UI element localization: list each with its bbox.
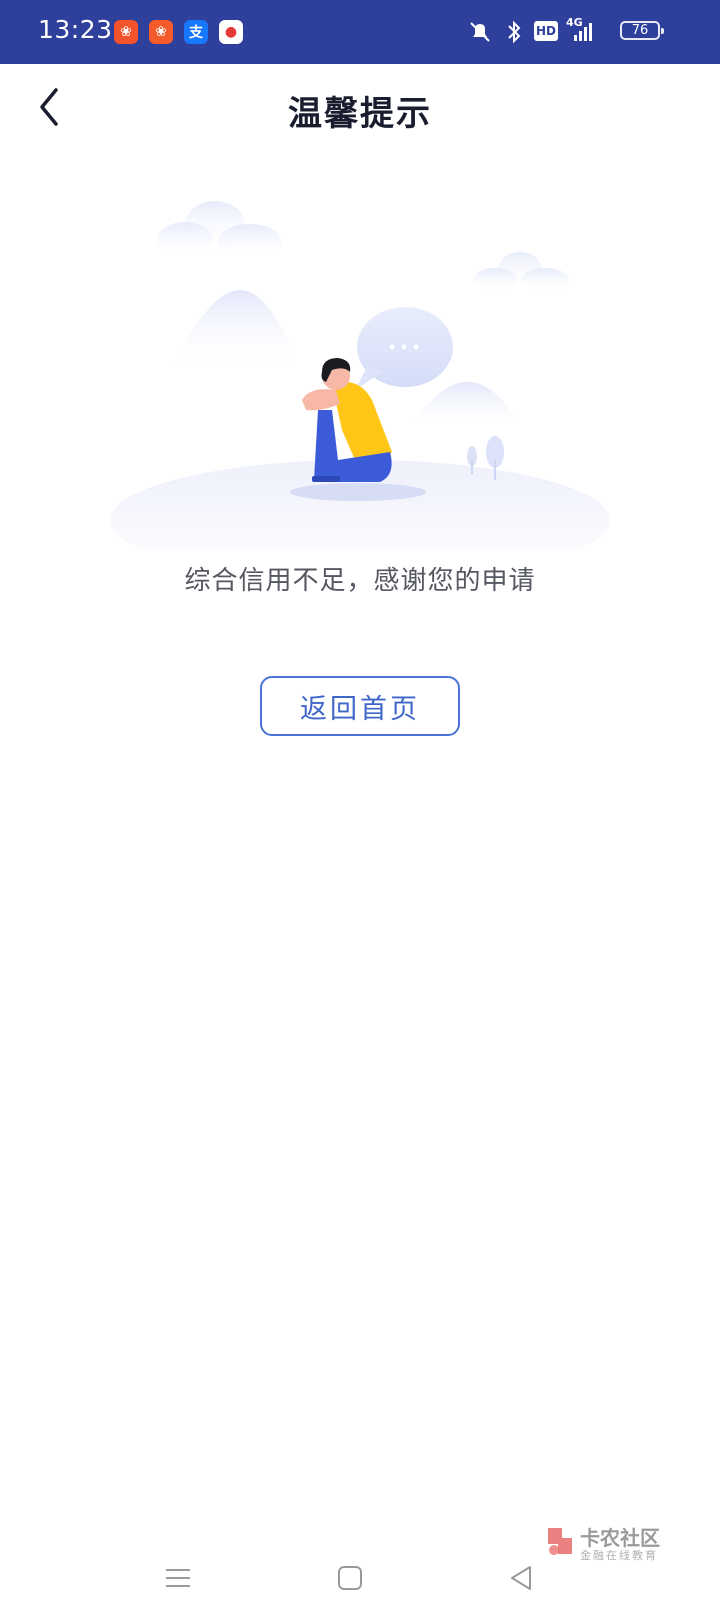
mute-bell-icon: [470, 22, 490, 42]
page-title: 温馨提示: [288, 94, 432, 134]
battery-indicator: 76: [620, 21, 664, 40]
mountain-right: [410, 381, 520, 430]
menu-lines-icon: [166, 1569, 190, 1587]
map-pin-app-icon: ●: [219, 20, 243, 44]
triangle-back-icon: [511, 1566, 531, 1590]
status-bar: 13:23 ❀ ❀ 支 ● HD 4G 76: [0, 0, 720, 64]
system-nav-bar: [0, 1548, 720, 1612]
home-button[interactable]: [330, 1558, 370, 1598]
cloud-left: [157, 201, 282, 260]
nav-bar: 温馨提示: [0, 64, 720, 154]
square-icon: [338, 1566, 362, 1590]
back-nav-button[interactable]: [502, 1558, 542, 1598]
alipay-icon: 支: [184, 20, 208, 44]
return-home-button[interactable]: 返回首页: [260, 676, 460, 736]
cloud-right: [473, 252, 569, 292]
mountain-left: [170, 290, 300, 370]
kuaishou-lite-icon: ❀: [149, 20, 173, 44]
recents-button[interactable]: [158, 1558, 198, 1598]
hd-badge: HD: [534, 21, 558, 41]
sad-person-illustration: [110, 201, 610, 550]
speech-bubble: [355, 307, 453, 390]
status-time: 13:23: [38, 15, 113, 44]
signal-icon: [574, 23, 592, 41]
kuaishou-icon: ❀: [114, 20, 138, 44]
result-message: 综合信用不足，感谢您的申请: [184, 566, 536, 596]
bluetooth-icon: [508, 20, 521, 44]
person-shadow: [290, 483, 426, 501]
